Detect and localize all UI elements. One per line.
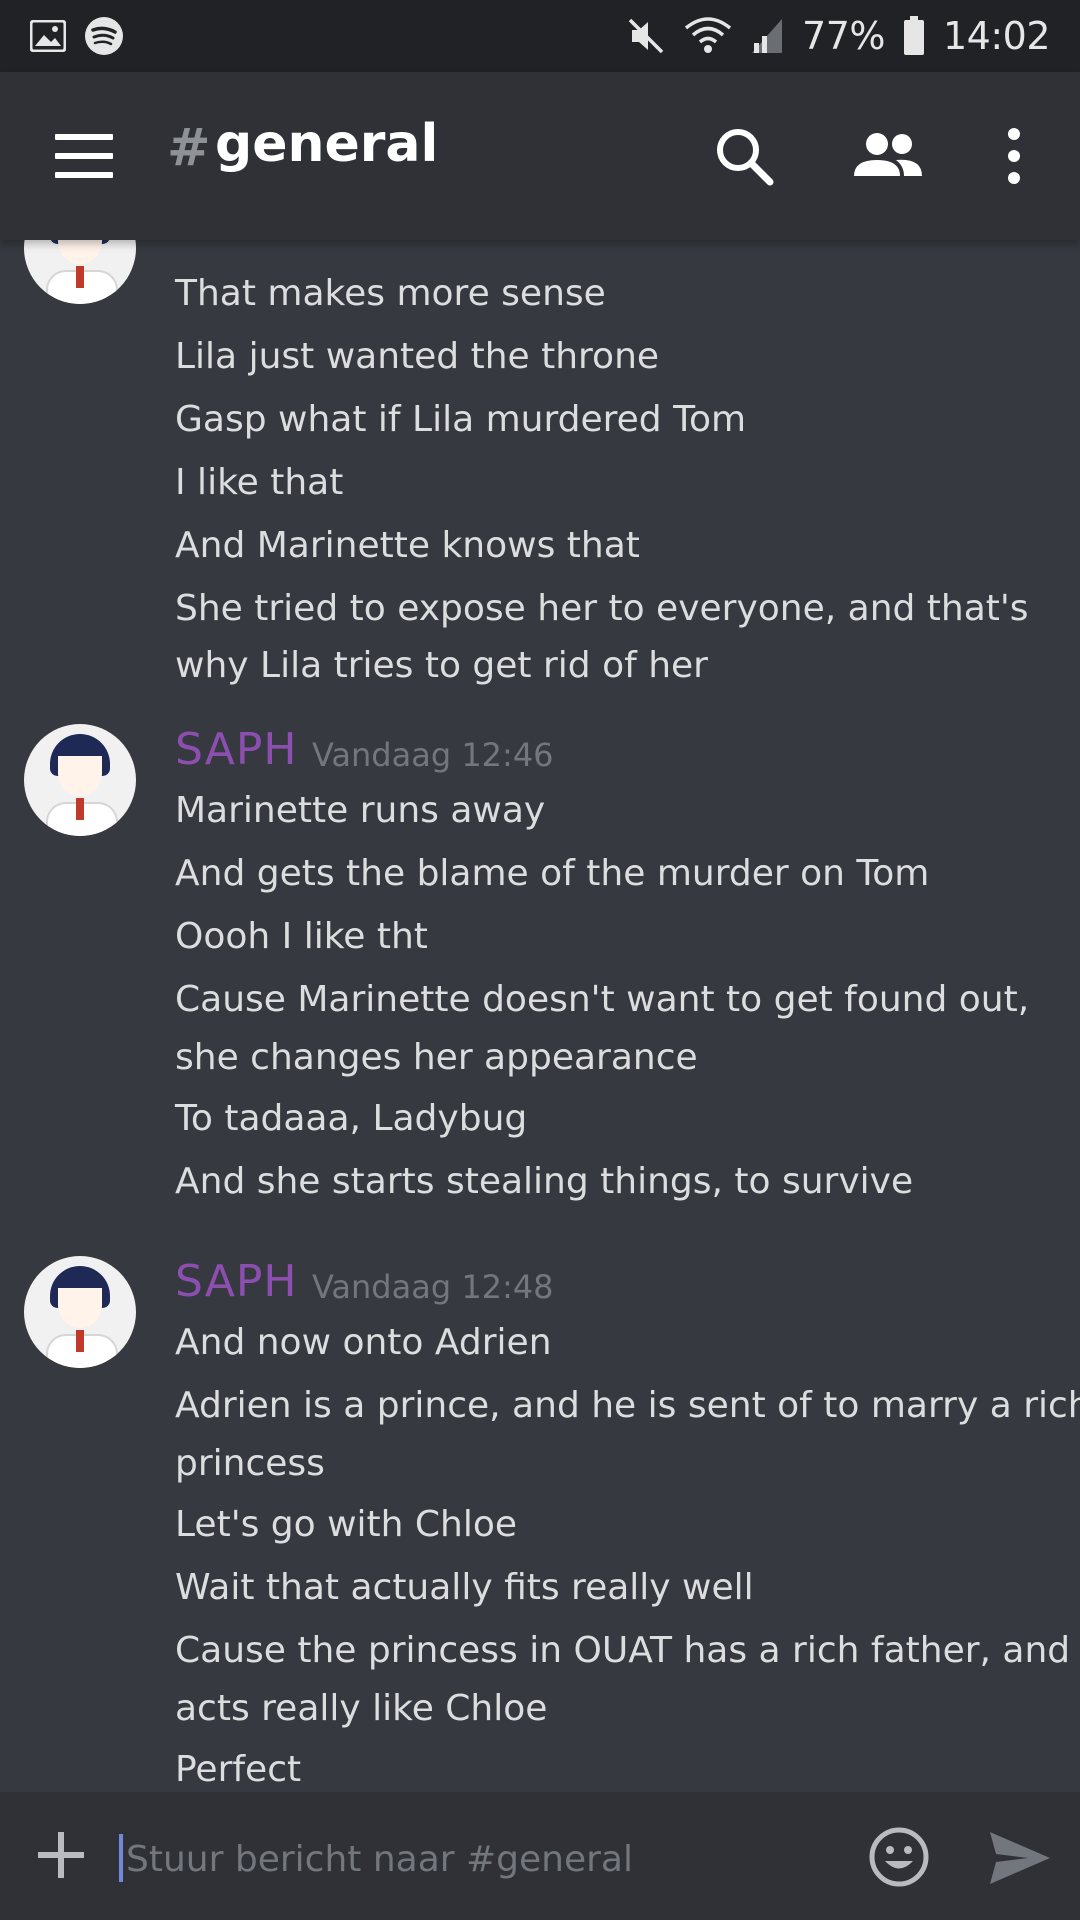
message-line: Cause Marinette doesn't want to get foun… xyxy=(175,979,1030,1020)
message-line: Lila just wanted the throne xyxy=(175,336,660,377)
text-caret xyxy=(119,1834,123,1882)
message-line: And gets the blame of the murder on Tom xyxy=(175,853,930,894)
status-bar-left xyxy=(30,16,124,56)
message-line: Marinette runs away xyxy=(175,790,546,831)
message-list[interactable]: That makes more sense Lila just wanted t… xyxy=(0,240,1080,1792)
battery-percentage: 77% xyxy=(802,14,885,58)
message-composer xyxy=(0,1792,1080,1920)
message-line: Oooh I like tht xyxy=(175,916,428,957)
battery-icon xyxy=(903,16,925,56)
message-line: To tadaaa, Ladybug xyxy=(175,1098,528,1139)
more-vert-icon[interactable] xyxy=(996,124,1032,188)
status-bar: 77% 14:02 xyxy=(0,0,1080,72)
message-line: Adrien is a prince, and he is sent of to… xyxy=(175,1385,1080,1426)
message-line: why Lila tries to get rid of her xyxy=(175,645,708,686)
message-timestamp: Vandaag 12:46 xyxy=(312,736,554,774)
message-line: Let's go with Chloe xyxy=(175,1504,518,1545)
add-icon[interactable] xyxy=(38,1832,84,1878)
message-line: And she starts stealing things, to survi… xyxy=(175,1161,914,1202)
channel-title: general xyxy=(215,114,439,174)
message-timestamp: Vandaag 12:48 xyxy=(312,1268,554,1306)
signal-icon xyxy=(750,17,784,55)
message-line: Cause the princess in OUAT has a rich fa… xyxy=(175,1630,1071,1671)
message-line: She tried to expose her to everyone, and… xyxy=(175,588,1029,629)
clock: 14:02 xyxy=(942,14,1051,58)
message-input[interactable] xyxy=(124,1828,828,1890)
status-bar-right: 77% 14:02 xyxy=(626,14,1051,58)
message-author[interactable]: SAPH xyxy=(175,1256,297,1307)
wifi-icon xyxy=(684,16,732,56)
spotify-icon xyxy=(84,16,124,56)
image-icon xyxy=(30,20,66,52)
send-icon[interactable] xyxy=(988,1830,1052,1886)
message-line: And Marinette knows that xyxy=(175,525,640,566)
mute-icon xyxy=(626,16,666,56)
channel-hash: # xyxy=(167,118,211,178)
menu-icon[interactable] xyxy=(55,134,113,178)
search-icon[interactable] xyxy=(712,124,776,188)
message-line: acts really like Chloe xyxy=(175,1688,548,1729)
members-icon[interactable] xyxy=(850,124,926,188)
message-line: princess xyxy=(175,1443,325,1484)
avatar[interactable] xyxy=(24,1256,136,1368)
message-line: Gasp what if Lila murdered Tom xyxy=(175,399,747,440)
message-line: she changes her appearance xyxy=(175,1037,698,1078)
avatar[interactable] xyxy=(24,724,136,836)
avatar[interactable] xyxy=(24,240,136,304)
emoji-icon[interactable] xyxy=(868,1826,930,1888)
message-line: Wait that actually fits really well xyxy=(175,1567,754,1608)
message-line: That makes more sense xyxy=(175,273,606,314)
message-line: And now onto Adrien xyxy=(175,1322,552,1363)
channel-header: # general xyxy=(0,72,1080,240)
message-author[interactable]: SAPH xyxy=(175,724,297,775)
message-line: Perfect xyxy=(175,1749,302,1790)
message-line: I like that xyxy=(175,462,344,503)
